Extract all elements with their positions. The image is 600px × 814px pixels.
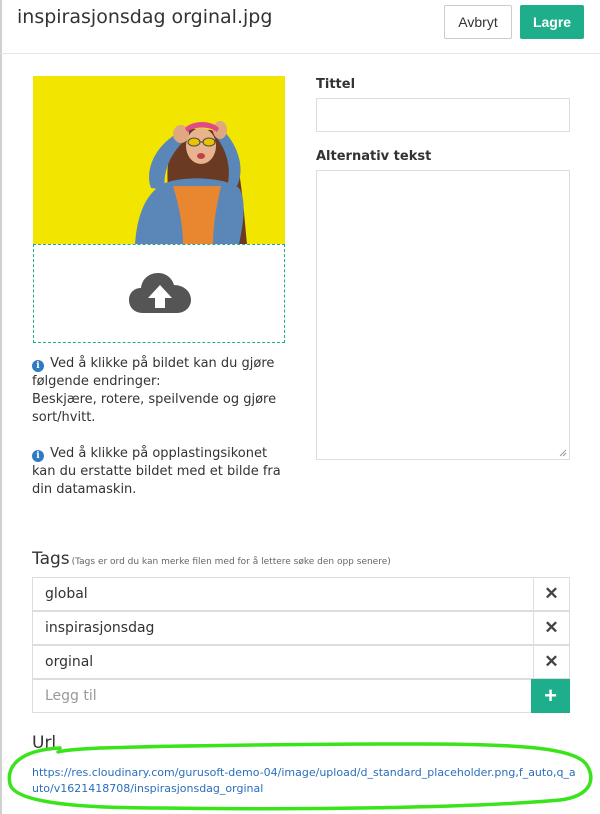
tag-item: inspirasjonsdag ✕ <box>32 611 570 645</box>
tag-item: orginal ✕ <box>32 645 570 679</box>
remove-tag-button[interactable]: ✕ <box>533 645 569 679</box>
tag-item: global ✕ <box>32 577 570 611</box>
info-icon: i <box>32 360 44 372</box>
info-upload-text: i Ved å klikke på opplastingsikonet kan … <box>32 446 281 497</box>
tag-label: inspirasjonsdag <box>45 620 155 636</box>
image-preview[interactable] <box>33 76 285 244</box>
file-title: inspirasjonsdag orginal.jpg <box>17 6 273 28</box>
add-tag-button[interactable]: + <box>531 679 570 713</box>
upload-dropzone[interactable] <box>33 244 285 343</box>
tag-label: global <box>45 586 88 602</box>
highlight-annotation <box>7 742 593 811</box>
save-button[interactable]: Lagre <box>520 5 584 39</box>
remove-tag-button[interactable]: ✕ <box>533 611 569 645</box>
cloud-upload-icon[interactable] <box>129 271 191 315</box>
alt-text-label: Alternativ tekst <box>316 149 432 164</box>
title-input[interactable] <box>316 98 570 132</box>
tags-heading: Tags (Tags er ord du kan merke filen med … <box>32 549 391 569</box>
resize-handle-icon[interactable] <box>559 449 567 457</box>
title-label: Tittel <box>316 77 356 92</box>
tag-label: orginal <box>45 654 94 670</box>
cancel-button[interactable]: Avbryt <box>444 5 512 39</box>
remove-tag-button[interactable]: ✕ <box>533 577 569 611</box>
photo-illustration <box>33 76 285 244</box>
alt-text-textarea[interactable] <box>316 170 570 460</box>
window-edge <box>0 0 2 814</box>
info-icon: i <box>32 450 44 462</box>
add-tag-input[interactable] <box>32 679 532 713</box>
dialog-header: inspirasjonsdag orginal.jpg Avbryt Lagre <box>0 0 600 54</box>
tags-hint: (Tags er ord du kan merke filen med for … <box>71 557 391 567</box>
info-edit-text: i Ved å klikke på bildet kan du gjøre fø… <box>32 356 277 425</box>
